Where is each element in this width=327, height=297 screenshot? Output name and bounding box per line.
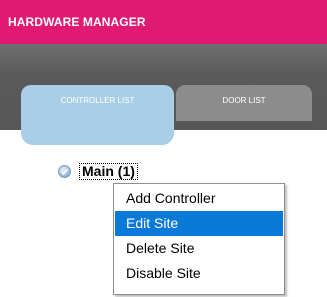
menu-item-add-controller[interactable]: Add Controller — [115, 186, 283, 211]
menu-item-disable-site[interactable]: Disable Site — [115, 261, 283, 286]
tab-door-list-label: DOOR LIST — [222, 96, 266, 105]
menu-item-edit-site[interactable]: Edit Site — [115, 211, 283, 236]
tab-controller-list[interactable]: CONTROLLER LIST — [21, 85, 174, 145]
app-header: HARDWARE MANAGER — [0, 0, 327, 44]
tree-node-label[interactable]: Main (1) — [79, 162, 138, 180]
tab-controller-list-label: CONTROLLER LIST — [60, 96, 135, 105]
tree-node-main[interactable]: Main (1) — [58, 162, 138, 180]
check-circle-icon — [58, 164, 71, 178]
tab-door-list[interactable]: DOOR LIST — [176, 85, 312, 121]
context-menu: Add Controller Edit Site Delete Site Dis… — [113, 183, 285, 295]
app-title: HARDWARE MANAGER — [8, 15, 146, 29]
menu-item-delete-site[interactable]: Delete Site — [115, 236, 283, 261]
tab-bar: CONTROLLER LIST DOOR LIST — [0, 44, 327, 145]
